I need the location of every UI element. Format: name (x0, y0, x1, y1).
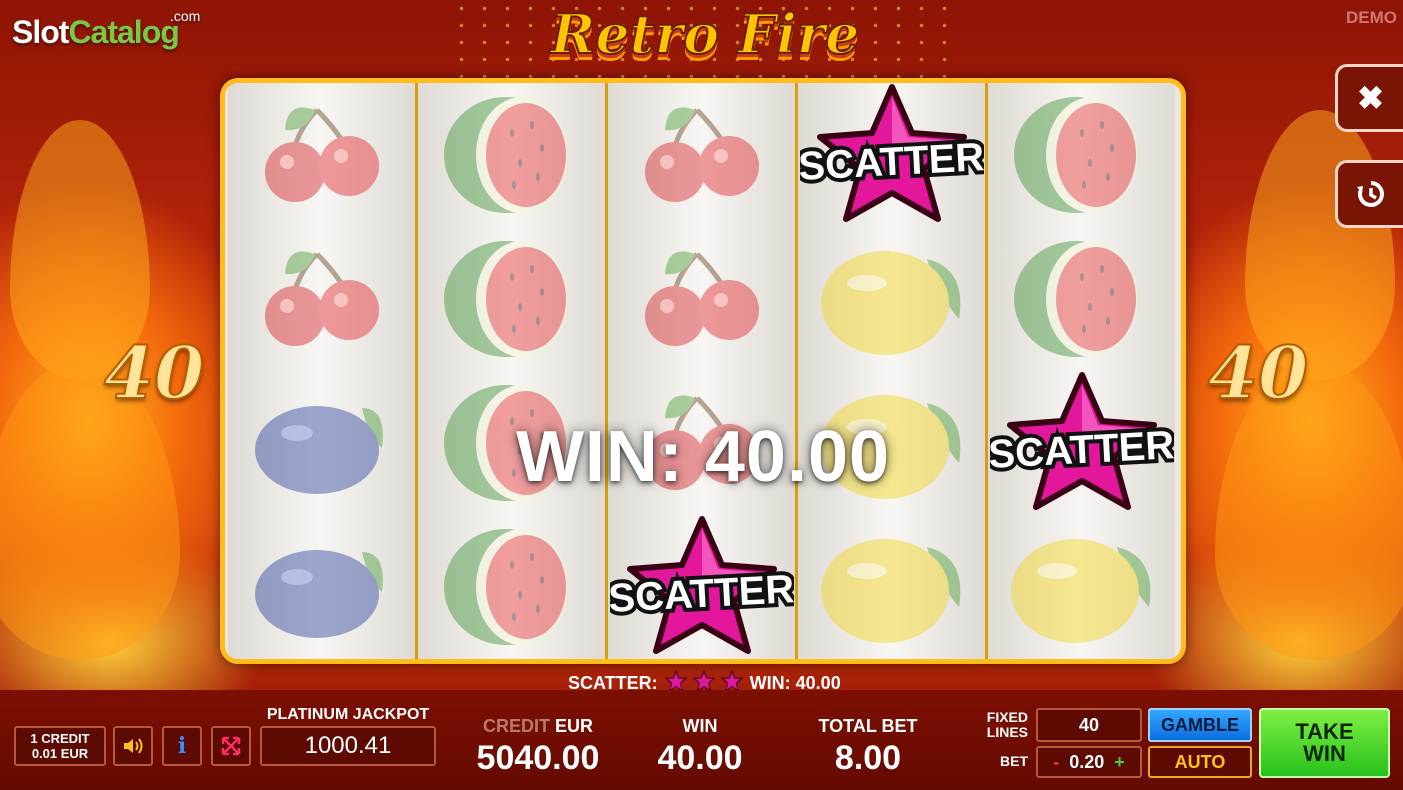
bet-value: 0.20 (1069, 751, 1105, 772)
watermelon-symbol (988, 227, 1175, 371)
bet-increase-button[interactable]: + (1114, 752, 1125, 773)
win-amount: 40.00 (657, 739, 743, 777)
plum-symbol (228, 515, 415, 659)
cherry-symbol (228, 83, 415, 227)
credit-stat: CREDIT EUR 5040.00 (470, 716, 606, 778)
reel-2 (418, 83, 605, 659)
credit-value-line2: 0.01 EUR (31, 746, 89, 761)
info-button[interactable]: i (162, 726, 202, 766)
fullscreen-button[interactable] (211, 726, 251, 766)
lemon-symbol (798, 515, 985, 659)
reel-3: SCATTER (608, 83, 795, 659)
reel-5: SCATTER (988, 83, 1175, 659)
site-logo: SlotCatalog .com (12, 8, 201, 50)
win-label: WIN (682, 716, 718, 736)
watermelon-symbol (418, 83, 605, 227)
history-button[interactable] (1335, 160, 1403, 228)
fixed-lines-label: FIXED LINES (986, 709, 1028, 740)
bet-label: BET (1000, 753, 1028, 769)
fixed-lines-value: 40 (1036, 708, 1142, 742)
reel-separator (985, 83, 988, 659)
win-stat: WIN 40.00 (640, 716, 760, 778)
demo-badge: DEMO (1346, 8, 1397, 27)
fullscreen-icon (221, 736, 241, 756)
payline-count-right: 40 (1207, 329, 1309, 416)
cherry-symbol (608, 83, 795, 227)
bet-selector: - 0.20 + (1036, 746, 1142, 778)
win-overlay: WIN: 40.00 (515, 417, 891, 497)
take-win-button[interactable]: TAKE WIN (1259, 708, 1390, 778)
payline-count-left: 40 (103, 329, 205, 416)
svg-text:SCATTER: SCATTER (610, 567, 794, 621)
game-title-logo: Retro Fire (549, 1, 860, 67)
total-bet-stat: TOTAL BET 8.00 (800, 716, 936, 778)
credit-amount: 5040.00 (476, 739, 600, 777)
info-icon: i (177, 733, 187, 759)
lemon-symbol (988, 515, 1175, 659)
reel-separator (605, 83, 608, 659)
reel-1 (228, 83, 415, 659)
history-icon (1356, 181, 1384, 207)
reel-4: SCATTER (798, 83, 985, 659)
lemon-symbol (798, 227, 985, 371)
control-bar: 1 CREDIT 0.01 EUR i PLATINUM JACKPOT 100… (0, 690, 1403, 790)
total-bet-amount: 8.00 (834, 739, 902, 777)
credit-label: CREDIT EUR (482, 716, 594, 736)
watermelon-symbol (418, 515, 605, 659)
sound-button[interactable] (113, 726, 153, 766)
watermelon-symbol (418, 227, 605, 371)
reel-separator (415, 83, 418, 659)
watermelon-symbol (988, 83, 1175, 227)
reel-separator (795, 83, 798, 659)
speaker-icon (124, 738, 143, 754)
bet-decrease-button[interactable]: - (1053, 752, 1059, 773)
credit-value-line1: 1 CREDIT (30, 731, 90, 746)
jackpot-label: PLATINUM JACKPOT (266, 706, 430, 723)
scatter-symbol: SCATTER (608, 515, 795, 659)
jackpot-value: 1000.41 (260, 726, 436, 766)
reel-area: SCATTER SCATTER SCATTER WIN: 40.00 (220, 78, 1186, 664)
svg-text:SCATTER: SCATTER (800, 135, 984, 189)
auto-button[interactable]: AUTO (1148, 746, 1252, 778)
close-icon: ✖ (1357, 80, 1384, 116)
cherry-symbol (228, 227, 415, 371)
gamble-button[interactable]: GAMBLE (1148, 708, 1252, 742)
cherry-symbol (608, 227, 795, 371)
credit-value-selector[interactable]: 1 CREDIT 0.01 EUR (14, 726, 106, 766)
total-bet-label: TOTAL BET (818, 716, 918, 736)
scatter-symbol: SCATTER (798, 83, 985, 227)
close-button[interactable]: ✖ (1335, 64, 1403, 132)
